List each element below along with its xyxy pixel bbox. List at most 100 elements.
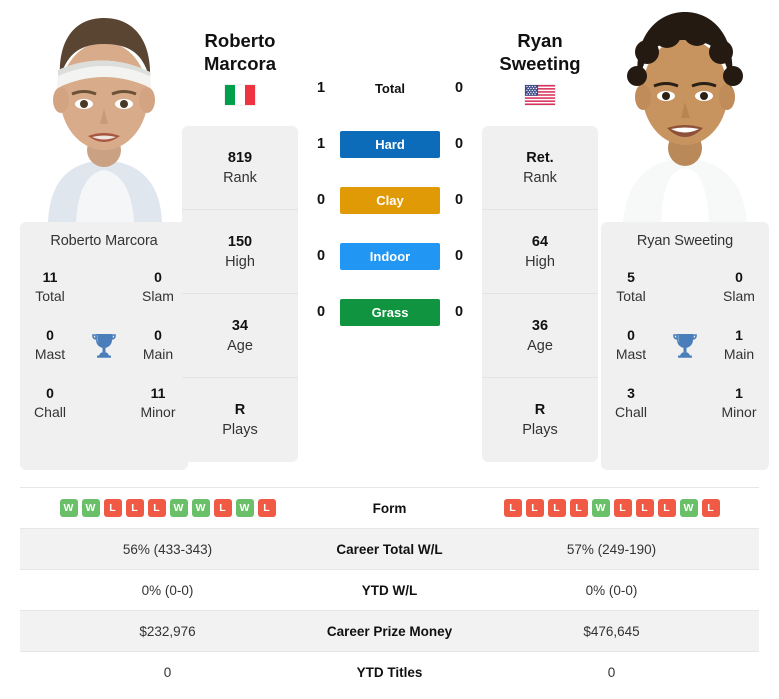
left-form-badge[interactable]: L: [103, 499, 122, 517]
left-player-last-name: Marcora: [204, 52, 276, 74]
right-form-badge[interactable]: L: [547, 499, 566, 517]
left-player-name: Roberto Marcora: [50, 233, 158, 249]
flag-italy-icon: [225, 84, 255, 105]
left-titles-slam: 0 Slam: [128, 268, 188, 306]
left-titles-main: 0 Main: [128, 326, 188, 364]
h2h-row-hard: 1 Hard 0: [310, 116, 470, 172]
right-stat-label: High: [525, 253, 555, 270]
left-titles-minor-value: 11: [150, 385, 166, 402]
right-titles-mast-label: Mast: [615, 346, 647, 362]
right-form-badge[interactable]: W: [591, 499, 610, 517]
right-form-badge[interactable]: L: [701, 499, 720, 517]
player-photo-ryan-sweeting[interactable]: [601, 0, 769, 222]
table-row: 0% (0-0) YTD W/L 0% (0-0): [20, 569, 759, 611]
left-stat-value: 150: [227, 233, 253, 250]
right-titles-slam-value: 0: [735, 269, 743, 286]
right-stat-value: Ret.: [526, 149, 554, 166]
h2h-row-indoor: 0 Indoor 0: [310, 228, 470, 284]
right-stat-plays: R Plays: [482, 378, 598, 462]
right-titles-chall-value: 3: [627, 385, 635, 402]
left-player-titles-card: Roberto Marcora 11 Total 0 Slam 0 Mast 0…: [20, 222, 188, 470]
left-prize_money-cell: $232,976: [139, 623, 196, 639]
left-titles-slam-value: 0: [154, 269, 162, 286]
right-titles-chall: 3 Chall: [601, 384, 661, 422]
left-career_wl-cell: 56% (433-343): [122, 541, 213, 557]
left-form-badge[interactable]: W: [169, 499, 188, 517]
h2h-indoor-label[interactable]: Indoor: [340, 242, 440, 270]
trophy-icon: [661, 332, 709, 358]
right-titles-slam-label: Slam: [723, 288, 755, 304]
h2h-total-left-score: 1: [316, 80, 326, 96]
h2h-clay-left-score: 0: [316, 192, 326, 208]
left-stat-value: R: [234, 402, 246, 418]
h2h-indoor-right-score: 0: [454, 248, 464, 264]
left-stat-label: Rank: [223, 169, 257, 186]
left-titles-slam-label: Slam: [142, 288, 174, 304]
h2h-clay-label[interactable]: Clay: [340, 186, 440, 214]
right-ytd_titles-cell: 0: [607, 664, 616, 680]
right-titles-total: 5 Total: [601, 268, 661, 306]
right-form-badge[interactable]: L: [635, 499, 654, 517]
right-stat-high: 64 High: [482, 210, 598, 294]
h2h-hard-left-score: 1: [316, 136, 326, 152]
h2h-row-grass: 0 Grass 0: [310, 284, 470, 340]
right-titles-total-value: 5: [627, 269, 635, 286]
left-titles-grid: 11 Total 0 Slam 0 Mast 0 Main 0 Chall 11…: [20, 258, 188, 432]
trophy-icon: [80, 332, 128, 358]
h2h-row-clay: 0 Clay 0: [310, 172, 470, 228]
left-form-badge[interactable]: L: [213, 499, 232, 517]
left-stat-label: Plays: [222, 422, 258, 438]
form-row-label: Form: [372, 500, 407, 516]
right-titles-main-label: Main: [723, 346, 755, 362]
left-titles-mast-value: 0: [46, 327, 54, 344]
left-form-badge[interactable]: W: [59, 499, 78, 517]
h2h-indoor-left-score: 0: [316, 248, 326, 264]
left-form-badge[interactable]: W: [191, 499, 210, 517]
left-form-badge[interactable]: L: [257, 499, 276, 517]
right-titles-minor-value: 1: [735, 385, 743, 402]
left-titles-mast-label: Mast: [34, 346, 66, 362]
right-form-badge[interactable]: L: [525, 499, 544, 517]
right-stat-label: Rank: [523, 169, 557, 186]
right-stat-value: 36: [531, 317, 549, 334]
right-form-badge[interactable]: L: [569, 499, 588, 517]
left-form-badge[interactable]: L: [125, 499, 144, 517]
right-stat-label: Age: [527, 337, 553, 354]
left-form-strip: WWLLLWWLWL: [20, 499, 315, 517]
left-form-badge[interactable]: W: [235, 499, 254, 517]
right-player-name: Ryan Sweeting: [636, 233, 734, 249]
left-titles-main-label: Main: [142, 346, 174, 362]
left-form-cell: WWLLLWWLWL: [20, 488, 315, 529]
left-form-badge[interactable]: L: [147, 499, 166, 517]
left-player-heading: Roberto Marcora: [160, 30, 320, 105]
table-row: 56% (433-343) Career Total W/L 57% (249-19…: [20, 528, 759, 570]
right-player-first-name: Ryan: [517, 30, 563, 51]
right-form-badge[interactable]: L: [613, 499, 632, 517]
right-form-badge[interactable]: L: [657, 499, 676, 517]
right-player-stats-card: Ret. Rank 64 High 36 Age R Plays: [482, 126, 598, 462]
right-stat-value: R: [534, 402, 546, 418]
right-player-last-name: Sweeting: [499, 52, 581, 74]
left-stat-high: 150 High: [182, 210, 298, 294]
left-titles-chall-label: Chall: [34, 404, 66, 420]
right-form-strip: LLLLWLLLWL: [464, 499, 759, 517]
h2h-grass-label[interactable]: Grass: [340, 298, 440, 326]
head-to-head-panel: 1 Total 0 1 Hard 0 0 Clay 0 0 Indoor 0 0 Grass 0: [310, 60, 470, 340]
left-form-badge[interactable]: W: [81, 499, 100, 517]
h2h-clay-right-score: 0: [454, 192, 464, 208]
table-row: $232,976 Career Prize Money $476,645: [20, 610, 759, 652]
h2h-total-right-score: 0: [454, 80, 464, 96]
player-comparison-header: Roberto Marcora 11 Total 0 Slam 0 Mast 0…: [0, 0, 779, 470]
career_wl-row-label: Career Total W/L: [336, 541, 443, 557]
left-player-first-name: Roberto: [204, 30, 276, 51]
ytd_titles-row-label: YTD Titles: [356, 664, 423, 680]
h2h-hard-label[interactable]: Hard: [340, 130, 440, 158]
h2h-row-total: 1 Total 0: [310, 60, 470, 116]
left-titles-total: 11 Total: [20, 268, 80, 306]
flag-usa-icon: [525, 84, 555, 105]
left-player-stats-card: 819 Rank 150 High 34 Age R Plays: [182, 126, 298, 462]
player-comparison-table: W W L L L W W L W L Form L L L L W L L L W L 56% (433-343) Car…: [20, 487, 759, 693]
left-titles-total-value: 11: [42, 269, 58, 286]
right-form-badge[interactable]: L: [503, 499, 522, 517]
right-form-badge[interactable]: W: [679, 499, 698, 517]
